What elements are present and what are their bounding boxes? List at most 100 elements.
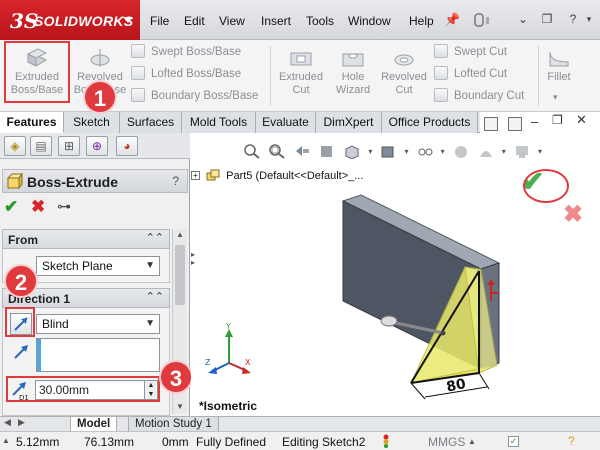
status-expand-icon[interactable]: ▲ <box>2 436 10 445</box>
pane-restore-icon[interactable]: ❐ <box>552 113 563 127</box>
tab-surfaces[interactable]: Surfaces <box>120 112 182 133</box>
tab-mold-tools[interactable]: Mold Tools <box>182 112 256 133</box>
direction-selection-box[interactable] <box>36 338 160 372</box>
config-manager-icon[interactable]: ⊞ <box>58 136 80 156</box>
quick-tips-icon[interactable]: ✓ <box>508 436 519 447</box>
help-tips-icon[interactable]: ? <box>568 434 575 448</box>
restore-icon[interactable]: ❐ <box>540 12 554 26</box>
from-group-header[interactable]: From ⌃⌃ <box>2 229 170 249</box>
scrollbar-thumb[interactable] <box>175 245 185 305</box>
settings-icon[interactable] <box>508 117 522 131</box>
panel-collapse-icon[interactable]: ▸ ▸ <box>191 251 195 267</box>
help-dropdown-icon[interactable]: ▾ <box>582 12 596 26</box>
tab-sketch[interactable]: Sketch <box>64 112 120 133</box>
tab-features[interactable]: Features <box>0 112 64 133</box>
cancel-x-icon[interactable]: ✖ <box>31 197 45 217</box>
edit-appearance-icon[interactable] <box>452 143 470 159</box>
boundary-boss-icon <box>131 88 145 102</box>
hole-wizard-button[interactable]: Hole Wizard <box>330 44 376 106</box>
apply-scene-dropdown-icon[interactable]: ▾ <box>502 147 506 156</box>
section-view-icon[interactable] <box>318 143 336 159</box>
expand-icon[interactable]: + <box>191 171 200 180</box>
hole-wizard-icon <box>342 53 364 67</box>
logo-dropdown-icon[interactable] <box>123 17 133 23</box>
view-orientation-icon[interactable] <box>343 143 361 159</box>
help-icon[interactable]: ? <box>566 12 580 26</box>
boundary-boss-button[interactable]: Boundary Boss/Base <box>131 86 258 106</box>
bottom-tabs: ◀ ▶ Model Motion Study 1 <box>0 416 600 432</box>
zoom-to-fit-icon[interactable] <box>243 143 261 159</box>
view-settings-icon[interactable] <box>513 143 531 159</box>
tile-view-icon[interactable] <box>484 117 498 131</box>
fillet-button[interactable]: Fillet <box>542 44 576 106</box>
tab-office-products[interactable]: Office Products <box>382 112 478 133</box>
pane-minimize-icon[interactable]: – <box>531 114 538 129</box>
menu-file[interactable]: File <box>150 14 169 28</box>
status-x-coordinate: 5.12mm <box>16 435 60 449</box>
scroll-left-icon[interactable]: ◀ <box>4 417 11 428</box>
display-style-dropdown-icon[interactable]: ▾ <box>404 147 408 156</box>
end-condition-dropdown[interactable]: Blind ▼ <box>36 314 160 334</box>
view-settings-dropdown-icon[interactable]: ▾ <box>538 147 542 156</box>
minimize-icon[interactable]: ⌄ <box>516 12 530 26</box>
ok-check-icon[interactable]: ✔ <box>4 197 18 217</box>
menu-tools[interactable]: Tools <box>306 14 334 28</box>
display-style-icon[interactable] <box>379 143 397 159</box>
confirm-cancel-icon[interactable]: ✖ <box>563 200 583 229</box>
hide-show-items-icon[interactable] <box>416 143 434 159</box>
chevron-down-icon: ▼ <box>145 318 155 329</box>
menu-edit[interactable]: Edit <box>184 14 205 28</box>
fillet-dropdown-icon[interactable]: ▾ <box>553 92 558 103</box>
collapse-icon[interactable]: ⌃⌃ <box>146 231 164 244</box>
lofted-boss-icon <box>131 66 145 80</box>
scroll-up-icon[interactable]: ▲ <box>176 230 184 239</box>
revolved-cut-button[interactable]: Revolved Cut <box>378 44 430 106</box>
scroll-right-icon[interactable]: ▶ <box>18 417 25 428</box>
zoom-to-area-icon[interactable] <box>268 143 286 159</box>
part-model-graphic[interactable]: 80 <box>331 183 571 423</box>
property-manager-icon[interactable]: ▤ <box>30 136 52 156</box>
graphics-area[interactable]: ▾ ▾ ▾ ▾ ▾ + Part5 (Default<<Default>_...… <box>191 133 600 416</box>
tab-evaluate[interactable]: Evaluate <box>256 112 316 133</box>
tab-model[interactable]: Model <box>70 417 118 432</box>
dimension-label[interactable]: 80 <box>445 376 468 396</box>
search-commands-icon[interactable] <box>474 11 494 29</box>
status-units[interactable]: MMGS <box>428 435 465 449</box>
tab-motion-study[interactable]: Motion Study 1 <box>128 417 219 432</box>
status-bar: ▲ 5.12mm 76.13mm 0mm Fully Defined Editi… <box>0 431 600 450</box>
view-orientation-dropdown-icon[interactable]: ▾ <box>368 147 372 156</box>
property-manager-title: Boss-Extrude <box>27 174 119 190</box>
swept-boss-button[interactable]: Swept Boss/Base <box>131 42 241 62</box>
display-manager-icon[interactable]: ◕ <box>116 136 138 156</box>
menu-insert[interactable]: Insert <box>261 14 291 28</box>
flyout-feature-tree[interactable]: + Part5 (Default<<Default>_... <box>191 169 363 182</box>
pane-close-icon[interactable]: ✕ <box>576 112 587 128</box>
feature-tree-icon[interactable]: ◈ <box>4 136 26 156</box>
hide-show-dropdown-icon[interactable]: ▾ <box>441 147 445 156</box>
detailed-preview-icon[interactable]: ⊶ <box>57 198 71 215</box>
extruded-cut-button[interactable]: Extruded Cut <box>274 44 328 106</box>
direction-arrow-icon <box>14 345 28 359</box>
apply-scene-icon[interactable] <box>477 143 495 159</box>
lofted-cut-button[interactable]: Lofted Cut <box>434 64 507 84</box>
menu-window[interactable]: Window <box>348 14 391 28</box>
menu-view[interactable]: View <box>219 14 245 28</box>
chevron-down-icon: ▼ <box>145 260 155 271</box>
dimxpert-icon[interactable]: ⊕ <box>86 136 108 156</box>
rebuild-indicator-icon[interactable] <box>382 434 390 448</box>
lofted-boss-button[interactable]: Lofted Boss/Base <box>131 64 241 84</box>
help-icon[interactable]: ? <box>172 174 179 188</box>
menu-help[interactable]: Help <box>409 14 434 28</box>
boundary-cut-button[interactable]: Boundary Cut <box>434 86 524 106</box>
previous-view-icon[interactable] <box>293 143 311 159</box>
scroll-down-icon[interactable]: ▼ <box>176 402 184 411</box>
solidworks-logo[interactable]: 3S SOLIDWORKS <box>0 0 140 40</box>
extruded-cut-icon <box>290 52 312 66</box>
swept-cut-button[interactable]: Swept Cut <box>434 42 507 62</box>
collapse-icon[interactable]: ⌃⌃ <box>146 290 164 303</box>
status-y-coordinate: 76.13mm <box>84 435 135 449</box>
pin-icon[interactable]: 📌 <box>444 12 460 28</box>
tab-dimxpert[interactable]: DimXpert <box>316 112 382 133</box>
from-dropdown[interactable]: Sketch Plane ▼ <box>36 256 160 276</box>
units-dropdown-icon[interactable]: ▲ <box>468 437 476 446</box>
